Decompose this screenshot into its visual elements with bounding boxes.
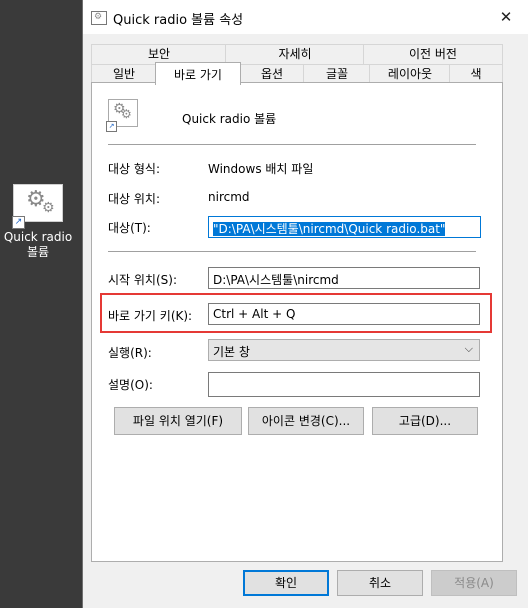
- title-bar: ⚙ Quick radio 볼륨 속성 ✕: [83, 0, 528, 34]
- tab-security[interactable]: 보안: [91, 44, 227, 64]
- divider: [108, 251, 476, 252]
- target-location-label: 대상 위치:: [108, 192, 161, 206]
- target-field[interactable]: "D:\PA\시스템툴\nircmd\Quick radio.bat": [208, 216, 481, 238]
- advanced-button[interactable]: 고급(D)...: [372, 407, 478, 435]
- tab-general[interactable]: 일반: [91, 64, 157, 84]
- tab-options[interactable]: 옵션: [239, 64, 305, 84]
- tab-layout[interactable]: 레이아웃: [369, 64, 451, 84]
- target-label: 대상(T):: [108, 221, 151, 235]
- start-in-field[interactable]: D:\PA\시스템툴\nircmd: [208, 267, 480, 289]
- tab-previous-versions[interactable]: 이전 버전: [363, 44, 503, 64]
- tab-details[interactable]: 자세히: [225, 44, 365, 64]
- tab-font[interactable]: 글꼴: [303, 64, 371, 84]
- start-in-label: 시작 위치(S):: [108, 273, 177, 287]
- tab-row-front: 일반 바로 가기 옵션 글꼴 레이아웃 색: [91, 62, 503, 85]
- target-location-value: nircmd: [208, 190, 250, 204]
- target-field-value: "D:\PA\시스템툴\nircmd\Quick radio.bat": [213, 222, 446, 236]
- target-type-label: 대상 형식:: [108, 162, 161, 176]
- gears-shortcut-icon: ⚙ ⚙ ↗: [106, 99, 138, 132]
- cancel-button[interactable]: 취소: [337, 570, 423, 596]
- apply-button[interactable]: 적용(A): [431, 570, 517, 596]
- properties-dialog: ⚙ Quick radio 볼륨 속성 ✕ 보안 자세히 이전 버전 일반 바로…: [82, 0, 528, 608]
- gears-shortcut-icon: ⚙ ⚙ ↗: [12, 184, 63, 229]
- tab-color[interactable]: 색: [449, 64, 503, 84]
- tab-row-back: 보안 자세히 이전 버전: [91, 44, 503, 64]
- run-select-value: 기본 창: [213, 345, 250, 359]
- dialog-title: Quick radio 볼륨 속성: [113, 13, 244, 28]
- run-label: 실행(R):: [108, 346, 152, 360]
- comment-field[interactable]: [208, 372, 480, 397]
- file-name: Quick radio 볼륨: [182, 112, 277, 126]
- comment-label: 설명(O):: [108, 378, 153, 392]
- open-file-location-button[interactable]: 파일 위치 열기(F): [114, 407, 242, 435]
- change-icon-button[interactable]: 아이콘 변경(C)...: [248, 407, 364, 435]
- shortcut-file-icon: ⚙: [91, 11, 107, 25]
- run-select[interactable]: 기본 창 ⌵: [208, 339, 480, 361]
- shortcut-key-label: 바로 가기 키(K):: [108, 309, 193, 323]
- chevron-down-icon: ⌵: [464, 342, 473, 355]
- shortcut-arrow-icon: ↗: [12, 216, 25, 229]
- close-button[interactable]: ✕: [483, 0, 528, 34]
- shortcut-key-field[interactable]: Ctrl + Alt + Q: [208, 303, 480, 325]
- shortcut-arrow-icon: ↗: [106, 121, 117, 132]
- desktop-shortcut-quick-radio[interactable]: ⚙ ⚙ ↗ Quick radio 볼륨: [0, 180, 76, 260]
- desktop-icon-label: Quick radio 볼륨: [3, 230, 73, 259]
- ok-button[interactable]: 확인: [243, 570, 329, 596]
- target-type-value: Windows 배치 파일: [208, 162, 314, 176]
- shortcut-tab-panel: ⚙ ⚙ ↗ Quick radio 볼륨 대상 형식: Windows 배치 파…: [91, 82, 503, 562]
- divider: [108, 144, 476, 145]
- tab-shortcut[interactable]: 바로 가기: [155, 62, 241, 85]
